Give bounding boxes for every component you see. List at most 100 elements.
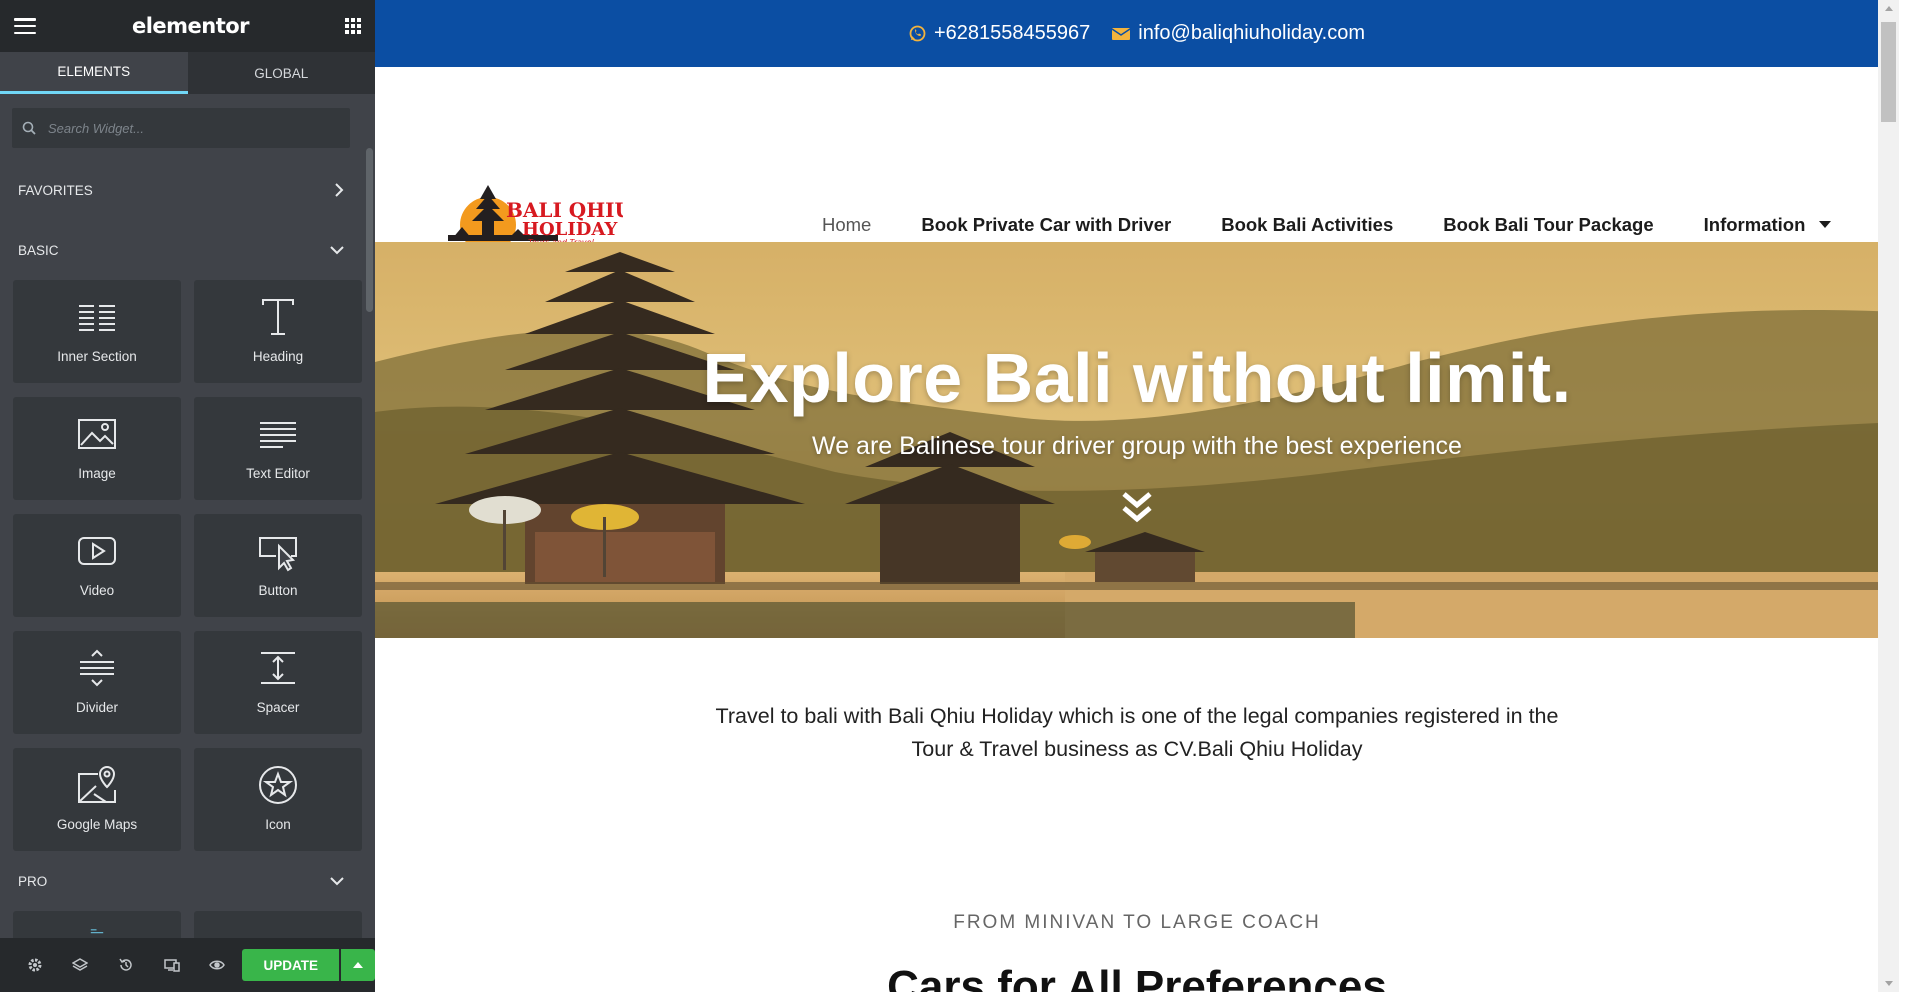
widget-pro-portfolio[interactable] bbox=[194, 911, 362, 938]
history-icon bbox=[119, 958, 132, 971]
scroll-up-arrow[interactable] bbox=[1878, 0, 1899, 17]
widget-video[interactable]: Video bbox=[13, 514, 181, 617]
widget-pro-posts[interactable] bbox=[13, 911, 181, 938]
scrollbar-thumb[interactable] bbox=[1881, 22, 1896, 122]
navigator-button[interactable] bbox=[58, 938, 104, 992]
section-title: Cars for All Preferences bbox=[887, 962, 1387, 992]
widget-button[interactable]: Button bbox=[194, 514, 362, 617]
double-chevron-down-icon bbox=[1122, 492, 1152, 523]
chevron-down-icon bbox=[330, 877, 344, 886]
widget-label: Video bbox=[79, 583, 115, 598]
caret-up-icon bbox=[353, 962, 364, 968]
hero-title: Explore Bali without limit. bbox=[702, 339, 1572, 417]
panel-scrollbar[interactable] bbox=[366, 148, 373, 312]
hero-content: Explore Bali without limit. We are Balin… bbox=[375, 242, 1899, 461]
intro-paragraph: Travel to bali with Bali Qhiu Holiday wh… bbox=[375, 700, 1899, 766]
widget-grid: Inner Section Heading Image Text Editor … bbox=[0, 280, 362, 851]
update-button[interactable]: UPDATE bbox=[242, 949, 340, 981]
posts-icon bbox=[90, 929, 104, 934]
intro-line-2: Tour & Travel business as CV.Bali Qhiu H… bbox=[911, 737, 1363, 761]
panel-tabs: ELEMENTS GLOBAL bbox=[0, 52, 375, 94]
page-scrollbar[interactable] bbox=[1878, 0, 1899, 992]
button-icon bbox=[259, 537, 297, 572]
preview-button[interactable] bbox=[195, 938, 241, 992]
widget-inner-section[interactable]: Inner Section bbox=[13, 280, 181, 383]
intro-line-1: Travel to bali with Bali Qhiu Holiday wh… bbox=[715, 704, 1559, 728]
chevron-right-icon bbox=[335, 183, 344, 197]
history-button[interactable] bbox=[103, 938, 149, 992]
widget-label: Icon bbox=[265, 817, 291, 832]
update-options-button[interactable] bbox=[341, 949, 376, 981]
panel-header: elementor bbox=[0, 0, 375, 52]
image-icon bbox=[78, 419, 116, 449]
settings-button[interactable] bbox=[12, 938, 58, 992]
email-address: info@baliqhiuholiday.com bbox=[1138, 22, 1365, 44]
settings-icon bbox=[28, 958, 42, 972]
scroll-down-button[interactable] bbox=[1121, 490, 1153, 531]
tab-global[interactable]: GLOBAL bbox=[188, 52, 376, 94]
main-navigation: Home Book Private Car with Driver Book B… bbox=[797, 203, 1857, 254]
section-kicker: FROM MINIVAN TO LARGE COACH bbox=[953, 912, 1321, 933]
phone-number: +6281558455967 bbox=[933, 22, 1091, 44]
tab-elements[interactable]: ELEMENTS bbox=[0, 52, 188, 94]
widget-label: Google Maps bbox=[56, 817, 138, 832]
nav-book-private-car[interactable]: Book Private Car with Driver bbox=[896, 203, 1196, 247]
layers-icon bbox=[72, 958, 89, 971]
widget-label: Image bbox=[78, 466, 116, 481]
category-pro[interactable]: PRO bbox=[0, 851, 362, 911]
elementor-logo: elementor bbox=[131, 14, 250, 38]
widget-label: Inner Section bbox=[57, 349, 137, 364]
widget-label: Button bbox=[258, 583, 298, 598]
category-favorites[interactable]: FAVORITES bbox=[0, 160, 362, 220]
google-maps-icon bbox=[78, 765, 116, 803]
category-pro-label: PRO bbox=[18, 873, 48, 889]
widget-google-maps[interactable]: Google Maps bbox=[13, 748, 181, 851]
divider-icon bbox=[80, 649, 114, 687]
hero-banner: Explore Bali without limit. We are Balin… bbox=[375, 242, 1899, 638]
hero-subtitle: We are Balinese tour driver group with t… bbox=[812, 432, 1462, 460]
widget-image[interactable]: Image bbox=[13, 397, 181, 500]
spacer-icon bbox=[261, 652, 295, 684]
chevron-down-icon bbox=[330, 246, 344, 255]
menu-icon[interactable] bbox=[14, 18, 36, 34]
heading-icon bbox=[262, 299, 294, 335]
phone-contact[interactable]: +6281558455967 bbox=[909, 22, 1090, 45]
preview-icon bbox=[209, 960, 226, 970]
nav-information[interactable]: Information bbox=[1679, 203, 1857, 247]
category-basic[interactable]: BASIC bbox=[0, 220, 362, 280]
widget-text-editor[interactable]: Text Editor bbox=[194, 397, 362, 500]
search-icon bbox=[22, 121, 36, 135]
whatsapp-icon bbox=[909, 25, 926, 42]
widget-icon[interactable]: Icon bbox=[194, 748, 362, 851]
responsive-icon bbox=[163, 959, 180, 972]
widgets-grid-icon[interactable] bbox=[345, 18, 361, 34]
site-preview: +6281558455967 info@baliqhiuholiday.com … bbox=[375, 0, 1899, 992]
category-favorites-label: FAVORITES bbox=[18, 182, 93, 198]
caret-up-icon bbox=[1884, 6, 1893, 11]
elementor-panel: elementor ELEMENTS GLOBAL FAVORITES BASI… bbox=[0, 0, 376, 992]
text-editor-icon bbox=[260, 422, 296, 448]
category-basic-label: BASIC bbox=[18, 242, 59, 258]
email-contact[interactable]: info@baliqhiuholiday.com bbox=[1112, 22, 1365, 45]
panel-widget-list: FAVORITES BASIC Inner Section bbox=[0, 94, 375, 938]
panel-footer: UPDATE bbox=[0, 938, 376, 992]
widget-spacer[interactable]: Spacer bbox=[194, 631, 362, 734]
widget-heading[interactable]: Heading bbox=[194, 280, 362, 383]
widget-divider[interactable]: Divider bbox=[13, 631, 181, 734]
inner-section-icon bbox=[79, 305, 115, 331]
widget-label: Spacer bbox=[256, 700, 300, 715]
search-widget-input[interactable] bbox=[48, 120, 340, 136]
caret-down-icon bbox=[1819, 221, 1832, 228]
nav-home[interactable]: Home bbox=[797, 203, 897, 254]
scroll-down-arrow[interactable] bbox=[1878, 975, 1899, 992]
caret-down-icon bbox=[1884, 981, 1893, 986]
search-widget-box bbox=[12, 108, 350, 148]
nav-book-tour-package[interactable]: Book Bali Tour Package bbox=[1418, 203, 1678, 247]
nav-book-activities[interactable]: Book Bali Activities bbox=[1196, 203, 1418, 247]
logo-line2: HOLIDAY bbox=[522, 219, 618, 240]
responsive-mode-button[interactable] bbox=[149, 938, 195, 992]
icon-widget-icon bbox=[259, 766, 297, 804]
site-header: BALI QHIU HOLIDAY Tours and Travel Home … bbox=[375, 67, 1899, 254]
contact-topbar: +6281558455967 info@baliqhiuholiday.com bbox=[375, 0, 1899, 67]
widget-label: Divider bbox=[75, 700, 118, 715]
